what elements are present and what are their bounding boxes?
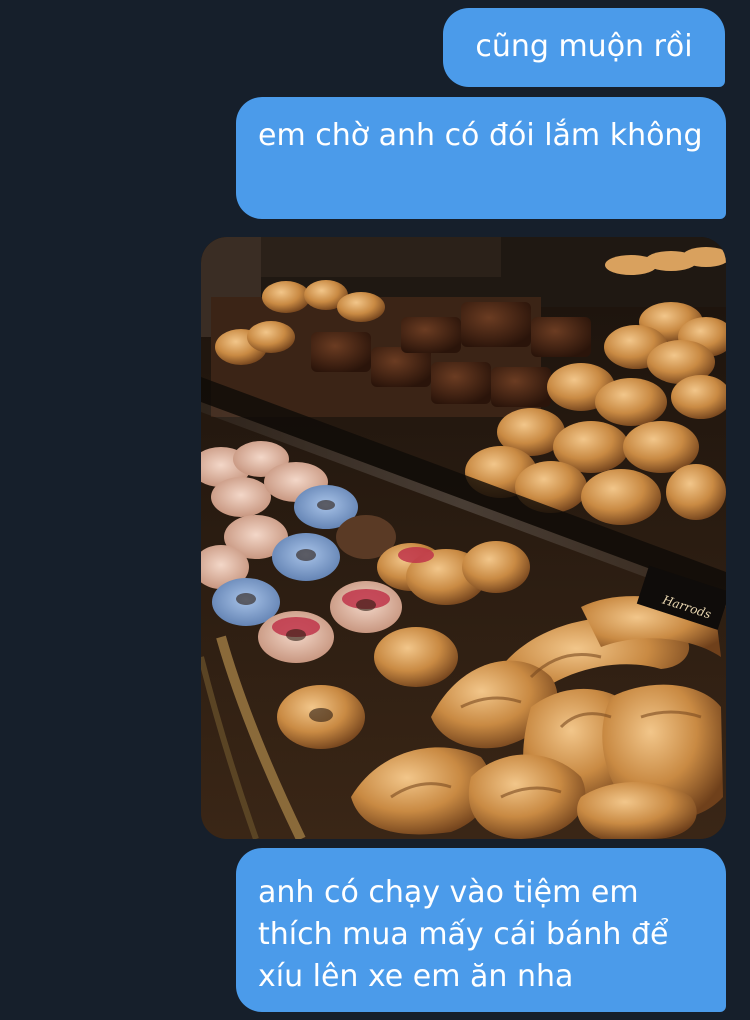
message-bubble-outgoing[interactable]: anh có chạy vào tiệm em thích mua mấy cá… xyxy=(236,848,726,1012)
message-text: anh có chạy vào tiệm em thích mua mấy cá… xyxy=(258,875,669,994)
photo-message[interactable]: Harrods xyxy=(201,237,726,839)
message-bubble-outgoing[interactable]: em chờ anh có đói lắm không xyxy=(236,97,726,219)
message-text: cũng muộn rồi xyxy=(475,29,693,64)
message-text: em chờ anh có đói lắm không xyxy=(258,118,703,153)
message-bubble-outgoing[interactable]: cũng muộn rồi xyxy=(443,8,725,87)
chat-thread: cũng muộn rồi em chờ anh có đói lắm khôn… xyxy=(0,0,750,1020)
bakery-photo: Harrods xyxy=(201,237,726,839)
